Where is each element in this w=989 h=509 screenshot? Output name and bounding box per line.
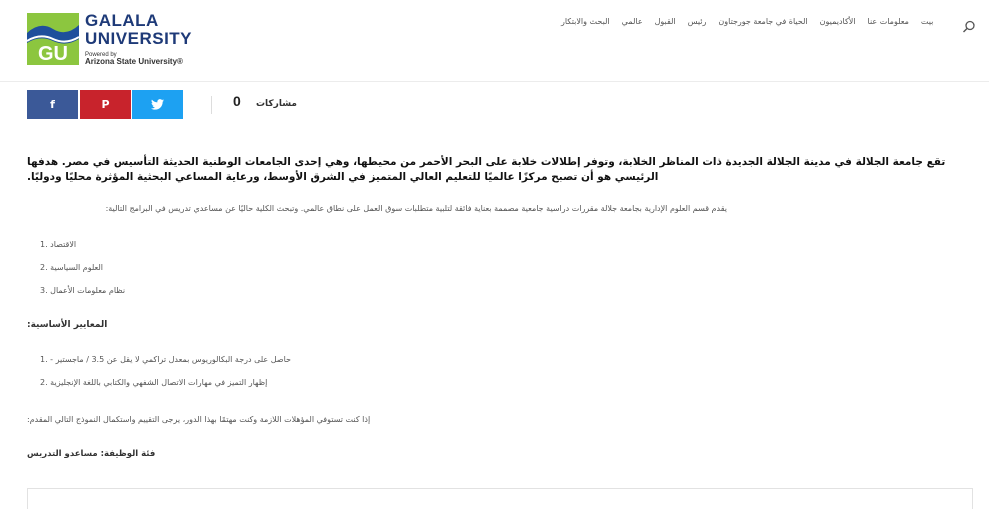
pinterest-share-button[interactable]: P [80, 90, 131, 119]
article-lead: تقع جامعة الجلالة في مدينة الجلالة الجدي… [27, 156, 946, 183]
article-intro: يقدم قسم العلوم الإدارية بجامعة جلالة مق… [105, 204, 727, 213]
criteria-item: حاصل على درجة البكالوريوس بمعدل تراكمي ل… [40, 355, 291, 364]
nav-item-global[interactable]: عالمي [616, 17, 649, 26]
nav-item-home[interactable]: بيت [915, 17, 940, 26]
logo-mark: GU [27, 13, 79, 65]
share-divider [211, 96, 212, 114]
job-category: فئة الوظيفة: مساعدو التدريس [27, 449, 156, 459]
twitter-icon [151, 99, 164, 110]
program-item: العلوم السياسية .2 [40, 263, 104, 272]
program-item: الاقتصاد .1 [40, 240, 77, 249]
logo-name-line2: UNIVERSITY [85, 29, 193, 48]
nav-item-academics[interactable]: الأكاديميون [814, 17, 862, 26]
criteria-item: إظهار التميز في مهارات الاتصال الشفهي وا… [40, 378, 268, 387]
form-container [27, 488, 973, 509]
apply-text: إذا كنت تستوفي المؤهلات اللازمة وكنت مهت… [27, 415, 371, 424]
share-count: 0 [233, 93, 241, 109]
nav-item-about[interactable]: معلومات عنا [862, 17, 915, 26]
logo-partner: Arizona State University® [85, 57, 183, 66]
facebook-share-button[interactable]: f [27, 90, 78, 119]
nav-item-life[interactable]: الحياة في جامعة جورجتاون [712, 17, 813, 26]
share-bar: f P 0 مشاركات [0, 90, 989, 120]
criteria-heading: المعايير الأساسية: [27, 320, 108, 330]
pinterest-icon: P [101, 98, 110, 111]
twitter-share-button[interactable] [132, 90, 183, 119]
share-label: مشاركات [256, 99, 297, 109]
svg-text:GU: GU [38, 43, 68, 65]
nav-item-research[interactable]: البحث والابتكار [555, 17, 616, 26]
main-nav: بيت معلومات عنا الأكاديميون الحياة في جا… [555, 17, 939, 26]
logo-text: GALALA UNIVERSITY Powered by Arizona Sta… [85, 12, 192, 66]
nav-item-admission[interactable]: القبول [649, 17, 682, 26]
nav-item-president[interactable]: رئيس [682, 17, 713, 26]
search-icon[interactable] [962, 20, 976, 34]
galala-logo[interactable]: GU GALALA UNIVERSITY Powered by Arizona … [27, 12, 192, 66]
facebook-icon: f [50, 98, 55, 111]
logo-name-line1: GALALA [85, 11, 159, 30]
program-item: نظام معلومات الأعمال .3 [40, 286, 126, 295]
site-header: GU GALALA UNIVERSITY Powered by Arizona … [0, 0, 989, 82]
